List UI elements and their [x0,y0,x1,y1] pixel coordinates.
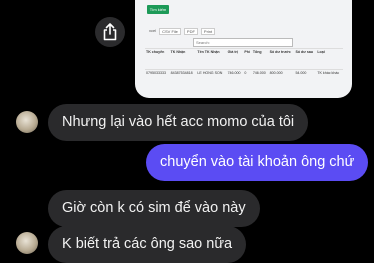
table-header: Phí [243,48,252,70]
table-header: Số dư trước [268,48,295,70]
message-bubble-incoming[interactable]: K biết trả các ông sao nữa [48,226,247,263]
table-cell: 54.000 [294,69,317,86]
table-header: Loại [316,48,343,70]
table-cell: 800.000 [268,69,295,86]
table-cell: LE HONG SON [196,69,227,86]
table-header: Số dư sau [294,48,317,70]
avatar [16,111,38,133]
table-header: TK Nhận [169,48,197,70]
table-cell: 746.000 [251,69,269,86]
message-bubble-outgoing[interactable]: chuyển vào tài khoản ông chứ [146,144,369,181]
table-header: Giá trị [226,48,244,70]
table-header-row: TK chuyển TK Nhận Tên TK Nhận Giá trị Ph… [145,48,343,70]
export-toolbar: xcel CSV File PDF Print [149,28,216,35]
table-header: Tên TK Nhận [196,48,227,70]
table-row: 0795033333 84387534818 LE HONG SON 746.0… [145,69,343,86]
message-bubble-incoming[interactable]: Giờ còn k có sim để vào này [48,190,260,227]
table-cell: 84387534818 [169,69,197,86]
share-icon [103,23,117,41]
table-cell: 0795033333 [145,69,170,86]
transaction-table: TK chuyển TK Nhận Tên TK Nhận Giá trị Ph… [145,48,343,86]
table-cell: TK khác khác [316,69,343,86]
table-header: Tổng [251,48,269,70]
screenshot-attachment[interactable]: Tìm kiếm xcel CSV File PDF Print Search:… [135,0,352,98]
table-header: TK chuyển [145,48,170,70]
table-cell: 746.000 [226,69,244,86]
share-button[interactable] [95,17,125,47]
print-button: Print [200,28,216,35]
avatar [16,232,38,254]
table-search: Search: [193,38,293,47]
csv-button: CSV File [159,28,181,35]
export-label: xcel [149,28,157,33]
pdf-button: PDF [183,28,198,35]
search-button: Tìm kiếm [147,5,169,14]
table-cell: 0 [243,69,252,86]
message-bubble-incoming[interactable]: Nhưng lại vào hết acc momo của tôi [48,104,309,141]
